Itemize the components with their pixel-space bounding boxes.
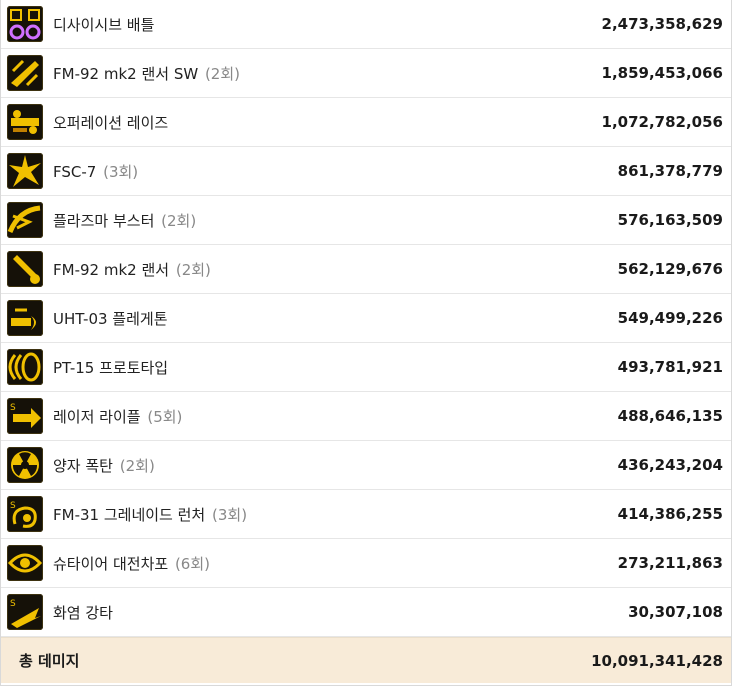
skill-name: 디사이시브 배틀 <box>53 14 602 35</box>
skill-row: 디사이시브 배틀 2,473,358,629 <box>1 0 731 49</box>
crossed-swords-icon <box>7 6 43 42</box>
svg-text:S: S <box>10 599 16 609</box>
skill-hit-count: (2회) <box>175 260 211 279</box>
skill-hit-count: (3회) <box>212 505 248 524</box>
skill-name: 플라즈마 부스터 (2회) <box>53 210 618 231</box>
skill-name: PT-15 프로토타입 <box>53 357 618 378</box>
skill-name-text: UHT-03 플레게톤 <box>53 309 168 328</box>
skill-row: 슈타이어 대전차포 (6회) 273,211,863 <box>1 539 731 588</box>
skill-row: S 레이저 라이플 (5회) 488,646,135 <box>1 392 731 441</box>
skill-hit-count: (3회) <box>103 162 139 181</box>
skill-damage-value: 549,499,226 <box>617 309 723 327</box>
skill-name: 양자 폭탄 (2회) <box>53 455 618 476</box>
skill-hit-count: (5회) <box>147 407 183 426</box>
radiation-bomb-icon <box>7 447 43 483</box>
skill-name: FM-31 그레네이드 런처 (3회) <box>53 504 618 525</box>
skill-name-text: FSC-7 <box>53 162 97 181</box>
skill-row: FM-92 mk2 랜서 (2회) 562,129,676 <box>1 245 731 294</box>
skill-name: 오퍼레이션 레이즈 <box>53 112 602 133</box>
skill-name-text: FM-92 mk2 랜서 <box>53 260 170 279</box>
skill-damage-value: 1,859,453,066 <box>601 64 723 82</box>
skill-hit-count: (6회) <box>174 554 211 573</box>
skill-row: PT-15 프로토타입 493,781,921 <box>1 343 731 392</box>
skill-name: 레이저 라이플 (5회) <box>53 406 618 427</box>
flamethrower-icon <box>7 300 43 336</box>
skill-name: FM-92 mk2 랜서 SW (2회) <box>53 63 602 84</box>
flame-slash-icon: S <box>7 594 43 630</box>
burst-explosion-icon <box>7 153 43 189</box>
skill-row: S 화염 강타 30,307,108 <box>1 588 731 637</box>
total-damage-row: 총 데미지 10,091,341,428 <box>1 637 731 683</box>
missile-icon <box>7 251 43 287</box>
skill-row: UHT-03 플레게톤 549,499,226 <box>1 294 731 343</box>
cannon-barrage-icon <box>7 104 43 140</box>
skill-name: FM-92 mk2 랜서 (2회) <box>53 259 618 280</box>
skill-row: FM-92 mk2 랜서 SW (2회) 1,859,453,066 <box>1 49 731 98</box>
skill-name-text: FM-92 mk2 랜서 SW <box>53 64 199 83</box>
skill-row: 오퍼레이션 레이즈 1,072,782,056 <box>1 98 731 147</box>
skill-name-text: 양자 폭탄 <box>53 456 113 475</box>
plasma-wave-icon <box>7 202 43 238</box>
eye-target-icon <box>7 545 43 581</box>
skill-row: FSC-7 (3회) 861,378,779 <box>1 147 731 196</box>
skill-hit-count: (2회) <box>161 211 197 230</box>
skill-damage-value: 273,211,863 <box>617 554 723 572</box>
skill-name-text: 슈타이어 대전차포 <box>53 554 169 573</box>
total-damage-value: 10,091,341,428 <box>591 651 723 670</box>
total-damage-label: 총 데미지 <box>19 652 80 670</box>
skill-name: 슈타이어 대전차포 (6회) <box>53 553 618 574</box>
skill-name-text: 디사이시브 배틀 <box>53 15 155 34</box>
grenade-swirl-icon: S <box>7 496 43 532</box>
svg-text:S: S <box>10 403 16 413</box>
skill-damage-value: 861,378,779 <box>617 162 723 180</box>
skill-name: FSC-7 (3회) <box>53 161 618 182</box>
skill-damage-value: 576,163,509 <box>617 211 723 229</box>
skill-damage-value: 493,781,921 <box>617 358 723 376</box>
skill-name-text: FM-31 그레네이드 런처 <box>53 505 206 524</box>
skill-row: 양자 폭탄 (2회) 436,243,204 <box>1 441 731 490</box>
laser-arrow-icon: S <box>7 398 43 434</box>
damage-breakdown-panel: 디사이시브 배틀 2,473,358,629 FM-92 mk2 랜서 SW (2회… <box>0 0 732 686</box>
skill-damage-value: 30,307,108 <box>628 603 723 621</box>
skill-name-text: 플라즈마 부스터 <box>53 211 155 230</box>
skill-damage-list: 디사이시브 배틀 2,473,358,629 FM-92 mk2 랜서 SW (2회… <box>1 0 731 637</box>
skill-name: 화염 강타 <box>53 602 628 623</box>
skill-damage-value: 562,129,676 <box>617 260 723 278</box>
skill-hit-count: (2회) <box>204 64 241 83</box>
skill-name-text: 레이저 라이플 <box>53 407 141 426</box>
skill-name-text: 화염 강타 <box>53 603 113 622</box>
skill-hit-count: (2회) <box>119 456 155 475</box>
skill-damage-value: 1,072,782,056 <box>601 113 723 131</box>
missile-swarm-icon <box>7 55 43 91</box>
skill-name: UHT-03 플레게톤 <box>53 308 618 329</box>
skill-row: S FM-31 그레네이드 런처 (3회) 414,386,255 <box>1 490 731 539</box>
skill-name-text: PT-15 프로토타입 <box>53 358 169 377</box>
svg-text:S: S <box>10 501 16 511</box>
skill-row: 플라즈마 부스터 (2회) 576,163,509 <box>1 196 731 245</box>
skill-name-text: 오퍼레이션 레이즈 <box>53 113 169 132</box>
skill-damage-value: 414,386,255 <box>617 505 723 523</box>
skill-damage-value: 436,243,204 <box>617 456 723 474</box>
skill-damage-value: 488,646,135 <box>617 407 723 425</box>
skill-damage-value: 2,473,358,629 <box>601 15 723 33</box>
shockwave-icon <box>7 349 43 385</box>
